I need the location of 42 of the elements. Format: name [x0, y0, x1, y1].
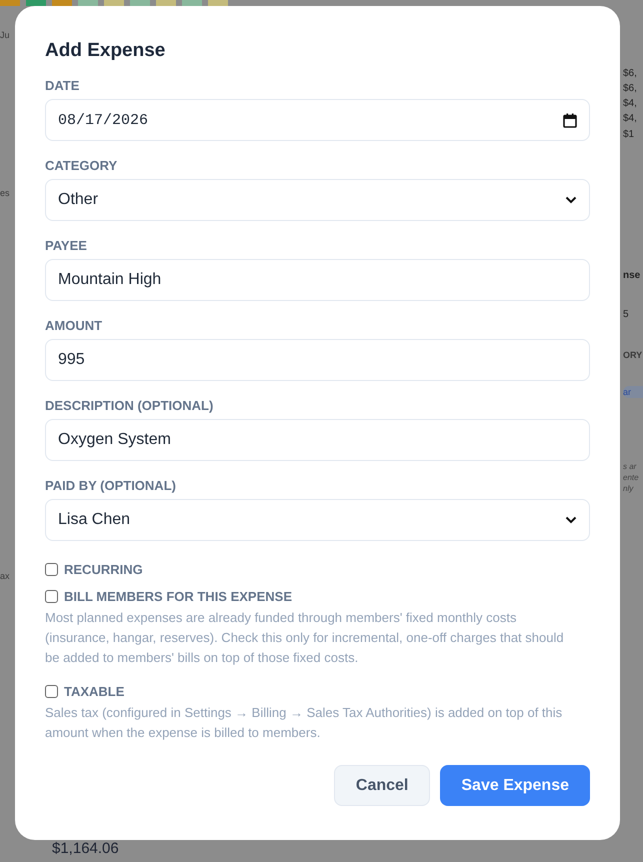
save-button[interactable]: Save Expense — [440, 765, 590, 806]
checkbox[interactable] — [45, 590, 58, 603]
background-text: $1 — [623, 129, 636, 140]
field-label: PAYEE — [45, 238, 88, 253]
background-text: nly — [623, 484, 634, 493]
checkbox-label[interactable]: RECURRING — [64, 562, 143, 577]
background-text: Ju — [0, 30, 11, 40]
background-text: s ar — [623, 462, 638, 471]
background-text: ente — [623, 473, 640, 482]
background-text: nse — [623, 270, 642, 281]
date-field[interactable]: 08/17/2026 — [45, 99, 590, 141]
field-label: AMOUNT — [45, 318, 104, 333]
text-field[interactable]: 995 — [45, 339, 590, 381]
background-text: $6, — [623, 68, 638, 79]
calendar-icon[interactable] — [563, 112, 577, 128]
background-text: $6, — [623, 83, 638, 94]
help-text: Most planned expenses are already funded through members' fixed monthly costs (insurance, hangar, reserves). Check this only for incremental, one-off charges that should be added to members' bills on top of those fixed costs. — [45, 609, 565, 667]
checkbox[interactable] — [45, 685, 58, 698]
checkbox-label[interactable]: TAXABLE — [64, 684, 124, 699]
field-label: DESCRIPTION (OPTIONAL) — [45, 398, 214, 413]
background-text: 5 — [623, 309, 630, 320]
field-label: PAID BY (OPTIONAL) — [45, 478, 177, 493]
select-field[interactable]: Lisa Chen — [45, 499, 590, 541]
help-text: Sales tax (configured in Settings → Billing → Sales Tax Authorities) is added on top of this amount when the expense is billed to members. — [45, 704, 564, 742]
total-amount: $1,164.06 — [52, 840, 119, 857]
chevron-down-icon — [565, 516, 577, 524]
field-label: DATE — [45, 78, 80, 93]
background-text: $4, — [623, 113, 638, 124]
background-text: ORY — [623, 350, 643, 360]
text-field[interactable]: Mountain High — [45, 259, 590, 301]
checkbox[interactable] — [45, 563, 58, 576]
cancel-button[interactable]: Cancel — [334, 765, 430, 806]
field-label: CATEGORY — [45, 158, 118, 173]
dialog-title: Add Expense — [45, 40, 166, 62]
select-field[interactable]: Other — [45, 179, 590, 221]
background-tag: ar — [623, 386, 643, 398]
text-field[interactable]: Oxygen System — [45, 419, 590, 461]
chevron-down-icon — [565, 196, 577, 204]
checkbox-label[interactable]: BILL MEMBERS FOR THIS EXPENSE — [64, 589, 292, 604]
background-text: ax — [0, 571, 11, 581]
background-text: $4, — [623, 98, 638, 109]
background-text: es — [0, 188, 11, 198]
